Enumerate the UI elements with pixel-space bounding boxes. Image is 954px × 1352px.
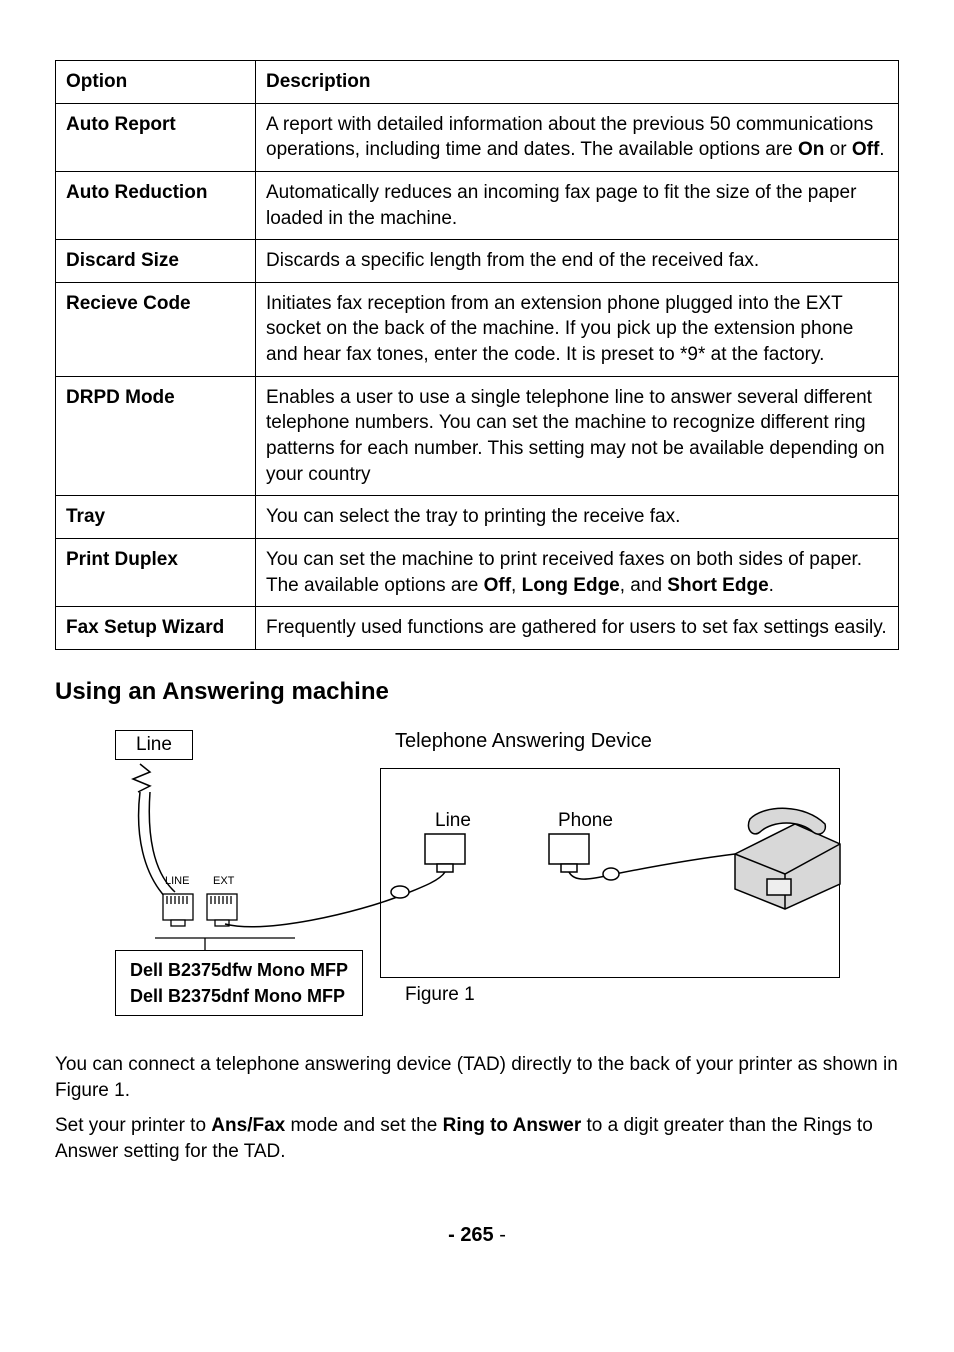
description-cell: You can set the machine to print receive… [256, 538, 899, 606]
header-description: Description [256, 61, 899, 104]
answering-machine-diagram: Line Telephone Answering Device Line Pho… [95, 724, 939, 1044]
line-label: Line [115, 730, 193, 760]
table-row: Auto Report A report with detailed infor… [56, 103, 899, 171]
header-option: Option [56, 61, 256, 104]
port-line-text: LINE [165, 875, 189, 887]
table-row: Recieve Code Initiates fax reception fro… [56, 282, 899, 376]
description-cell: Initiates fax reception from an extensio… [256, 282, 899, 376]
description-cell: You can select the tray to printing the … [256, 496, 899, 539]
option-cell: Fax Setup Wizard [56, 607, 256, 650]
table-row: Discard Size Discards a specific length … [56, 240, 899, 283]
description-cell: Frequently used functions are gathered f… [256, 607, 899, 650]
table-row: Tray You can select the tray to printing… [56, 496, 899, 539]
table-row: Print Duplex You can set the machine to … [56, 538, 899, 606]
description-cell: A report with detailed information about… [256, 103, 899, 171]
table-row: DRPD Mode Enables a user to use a single… [56, 376, 899, 496]
option-cell: Auto Reduction [56, 171, 256, 239]
paragraph-1: You can connect a telephone answering de… [55, 1052, 899, 1103]
table-row: Auto Reduction Automatically reduces an … [56, 171, 899, 239]
table-row: Fax Setup Wizard Frequently used functio… [56, 607, 899, 650]
page-number: - 265 - [55, 1224, 899, 1247]
option-cell: DRPD Mode [56, 376, 256, 496]
port-ext-text: EXT [213, 875, 235, 887]
description-cell: Automatically reduces an incoming fax pa… [256, 171, 899, 239]
printer-model-box: Dell B2375dfw Mono MFP Dell B2375dnf Mon… [115, 950, 363, 1016]
option-cell: Print Duplex [56, 538, 256, 606]
option-cell: Auto Report [56, 103, 256, 171]
section-heading: Using an Answering machine [55, 678, 899, 706]
description-cell: Enables a user to use a single telephone… [256, 376, 899, 496]
option-cell: Tray [56, 496, 256, 539]
printer-model-1: Dell B2375dfw Mono MFP [130, 957, 348, 983]
paragraph-2: Set your printer to Ans/Fax mode and set… [55, 1113, 899, 1164]
printer-model-2: Dell B2375dnf Mono MFP [130, 983, 348, 1009]
description-cell: Discards a specific length from the end … [256, 240, 899, 283]
option-cell: Discard Size [56, 240, 256, 283]
options-table: Option Description Auto Report A report … [55, 60, 899, 650]
option-cell: Recieve Code [56, 282, 256, 376]
